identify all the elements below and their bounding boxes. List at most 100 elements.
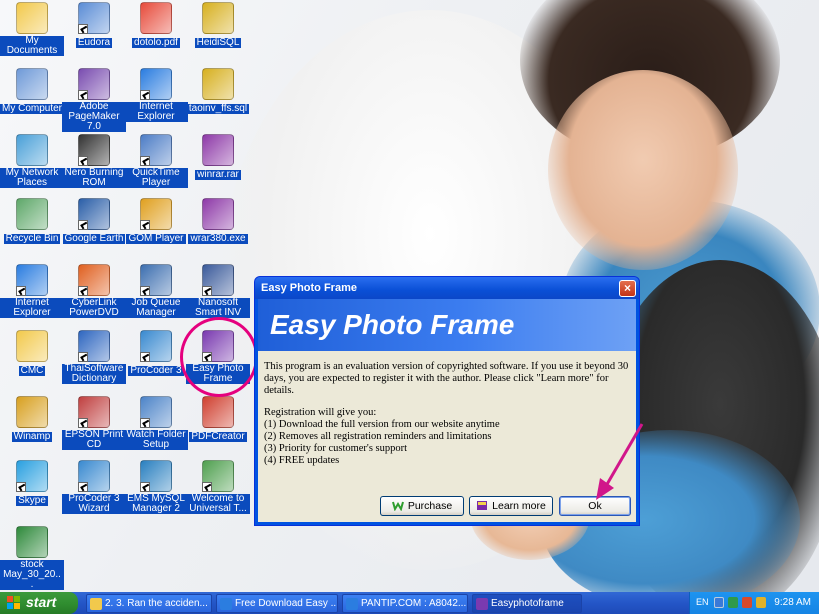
antivirus-icon[interactable] — [742, 597, 752, 608]
epson-print-cd-icon — [78, 396, 110, 428]
desktop-icon[interactable]: taoinv_ffs.sql — [186, 68, 250, 114]
desktop-icon-label: CyberLink PowerDVD — [62, 298, 126, 318]
close-button[interactable]: × — [619, 280, 636, 297]
desktop-icon-label: GOM Player — [126, 233, 186, 244]
desktop-icon[interactable]: CyberLink PowerDVD — [62, 264, 126, 318]
desktop-icon[interactable]: EMS MySQL Manager 2 — [124, 460, 188, 514]
excel-file-icon — [16, 526, 48, 558]
desktop-icon[interactable]: My Documents — [0, 2, 64, 56]
purchase-label: Purchase — [407, 500, 453, 512]
sql-file-icon — [202, 68, 234, 100]
desktop-icon-label: taoinv_ffs.sql — [186, 103, 250, 114]
evaluation-notice: This program is an evaluation version of… — [264, 361, 629, 396]
desktop-icon[interactable]: Internet Explorer — [0, 264, 64, 318]
desktop-icon[interactable]: ThaiSoftware Dictionary — [62, 330, 126, 384]
desktop-icon[interactable]: Nero Burning ROM — [62, 134, 126, 188]
desktop-icon[interactable]: My Computer — [0, 68, 64, 114]
welcome-icon — [202, 460, 234, 492]
ie-icon — [140, 68, 172, 100]
desktop-icon[interactable]: dotolo.pdf — [124, 2, 188, 48]
desktop-icon-label: EMS MySQL Manager 2 — [124, 494, 188, 514]
ie-icon — [16, 264, 48, 296]
desktop-icon-label: Job Queue Manager — [124, 298, 188, 318]
desktop-icon-label: ProCoder 3 — [128, 365, 184, 376]
start-button[interactable]: start — [0, 592, 78, 614]
desktop-icon[interactable]: Welcome to Universal T... — [186, 460, 250, 514]
desktop-icon[interactable]: EPSON Print CD — [62, 396, 126, 450]
heidisql-icon — [202, 2, 234, 34]
desktop-icon-label: ProCoder 3 Wizard — [62, 494, 126, 514]
taskbar-button-label: 2. 3. Ran the acciden... — [105, 598, 208, 609]
desktop-icon-label: dotolo.pdf — [132, 37, 180, 48]
desktop-icon[interactable]: Recycle Bin — [0, 198, 64, 244]
desktop-icon[interactable]: wrar380.exe — [186, 198, 250, 244]
taskbar-button[interactable]: PANTIP.COM : A8042... — [342, 594, 468, 613]
desktop-icon-label: My Network Places — [0, 168, 64, 188]
desktop-icon[interactable]: winrar.rar — [186, 134, 250, 180]
desktop-icon[interactable]: Nanosoft Smart INV — [186, 264, 250, 318]
pdfcreator-icon — [202, 396, 234, 428]
taskbar-button[interactable]: Free Download Easy ... — [216, 594, 338, 613]
ems-mysql-icon — [140, 460, 172, 492]
computer-icon — [16, 68, 48, 100]
desktop-icon-label: winrar.rar — [195, 169, 241, 180]
shield-icon[interactable] — [756, 597, 766, 608]
desktop-icon[interactable]: Skype — [0, 460, 64, 506]
easy-photo-frame-dialog: Easy Photo Frame × Easy Photo Frame This… — [254, 276, 640, 526]
desktop-icon-label: Google Earth — [62, 233, 126, 244]
desktop-icon-label: Recycle Bin — [3, 233, 61, 244]
book-icon — [476, 499, 488, 510]
folder-documents-icon — [16, 2, 48, 34]
desktop-icon-label: wrar380.exe — [188, 233, 248, 244]
eudora-icon — [78, 2, 110, 34]
desktop-icon[interactable]: HeidiSQL — [186, 2, 250, 48]
procoder-wizard-icon — [78, 460, 110, 492]
desktop-icon[interactable]: ProCoder 3 Wizard — [62, 460, 126, 514]
nanosoft-icon — [202, 264, 234, 296]
desktop-icon[interactable]: CMC — [0, 330, 64, 376]
desktop-icon[interactable]: GOM Player — [124, 198, 188, 244]
desktop-icon[interactable]: Google Earth — [62, 198, 126, 244]
wallpaper-face — [548, 70, 738, 270]
desktop-icon[interactable]: My Network Places — [0, 134, 64, 188]
windows-logo-icon — [7, 596, 20, 609]
taskbar: start 2. 3. Ran the acciden... Free Downl… — [0, 592, 819, 614]
procoder-icon — [140, 330, 172, 362]
desktop-icon[interactable]: Watch Folder Setup — [124, 396, 188, 450]
desktop-icon[interactable]: stock May_30_20... — [0, 526, 64, 590]
desktop-icon-label: Welcome to Universal T... — [186, 494, 250, 514]
folder-icon — [16, 330, 48, 362]
network-icon — [16, 134, 48, 166]
dialog-title: Easy Photo Frame — [261, 282, 357, 294]
desktop-icon[interactable]: Adobe PageMaker 7.0 — [62, 68, 126, 132]
network-icon[interactable] — [714, 597, 724, 608]
language-indicator[interactable]: EN — [696, 597, 709, 607]
dialog-message: This program is an evaluation version of… — [258, 351, 636, 467]
learn-more-button[interactable]: Learn more — [469, 496, 553, 516]
purchase-icon — [391, 499, 404, 512]
benefit-item: (4) FREE updates — [264, 455, 340, 466]
dialog-banner: Easy Photo Frame — [258, 299, 636, 351]
desktop-icon[interactable]: PDFCreator — [186, 396, 250, 442]
desktop-icon-label: Internet Explorer — [124, 102, 188, 122]
taskbar-button[interactable]: Easyphotoframe — [472, 594, 582, 613]
rar-file-icon — [202, 134, 234, 166]
desktop-icon[interactable]: Job Queue Manager — [124, 264, 188, 318]
desktop-icon[interactable]: QuickTime Player — [124, 134, 188, 188]
job-queue-icon — [140, 264, 172, 296]
skype-icon — [16, 460, 48, 492]
desktop-icon[interactable]: Winamp — [0, 396, 64, 442]
desktop-icon[interactable]: Internet Explorer — [124, 68, 188, 122]
dialog-titlebar[interactable]: Easy Photo Frame × — [255, 277, 639, 299]
taskbar-button[interactable]: 2. 3. Ran the acciden... — [86, 594, 212, 613]
purchase-button[interactable]: Purchase — [380, 496, 464, 516]
security-icon[interactable] — [728, 597, 738, 608]
desktop-icon-label: CMC — [18, 365, 46, 376]
winamp-icon — [16, 396, 48, 428]
google-earth-icon — [78, 198, 110, 230]
desktop-icon[interactable]: Eudora — [62, 2, 126, 48]
desktop-icon[interactable]: ProCoder 3 — [124, 330, 188, 376]
recycle-bin-icon — [16, 198, 48, 230]
desktop-icon-label: My Documents — [0, 36, 64, 56]
pagemaker-icon — [78, 68, 110, 100]
